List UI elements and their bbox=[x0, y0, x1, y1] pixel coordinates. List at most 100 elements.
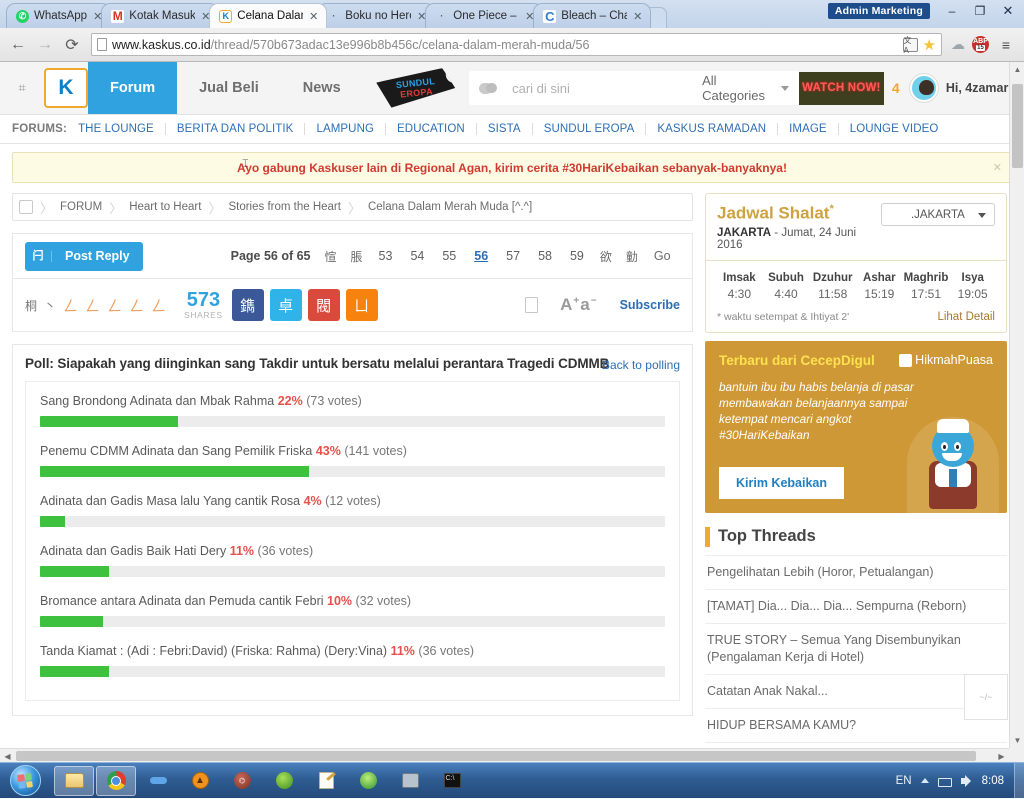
address-bar[interactable]: www.kaskus.co.id/thread/570b673adac13e99… bbox=[91, 33, 942, 56]
search-input[interactable] bbox=[510, 79, 691, 97]
twitter-share-button[interactable]: 卓 bbox=[269, 289, 302, 321]
go-button[interactable]: Go bbox=[654, 249, 671, 263]
language-indicator[interactable]: EN bbox=[896, 775, 912, 787]
horizontal-scrollbar[interactable]: ◀ ▶ bbox=[0, 748, 1009, 762]
back-icon[interactable]: ← bbox=[8, 36, 28, 54]
taskbar-pill-button[interactable] bbox=[138, 766, 178, 796]
taskbar-chrome-button[interactable] bbox=[96, 765, 136, 796]
more-share-button[interactable]: ㄩ bbox=[345, 289, 378, 321]
taskbar-notepad-button[interactable] bbox=[306, 766, 346, 796]
forum-link-sista[interactable]: SISTA bbox=[475, 123, 532, 135]
star-icon-1[interactable]: ㄥ bbox=[63, 295, 78, 316]
vertical-scrollbar[interactable]: ▲ ▼ bbox=[1009, 62, 1024, 748]
star-icon-4[interactable]: ㄥ bbox=[129, 295, 144, 316]
facebook-share-button[interactable]: 鐫 bbox=[231, 289, 264, 321]
user-menu[interactable]: Hi, 4zamaru bbox=[908, 62, 1024, 114]
scroll-down-arrow-icon[interactable]: ▼ bbox=[1010, 733, 1024, 748]
font-size-toggle[interactable]: A+a− bbox=[560, 295, 597, 315]
breadcrumb-item-forum[interactable]: FORUM bbox=[60, 201, 102, 213]
star-icon-2[interactable]: ㄥ bbox=[85, 295, 100, 316]
scroll-up-arrow-icon[interactable]: ▲ bbox=[1010, 62, 1024, 77]
browser-tab-gmail[interactable]: M Kotak Masuk ✕ bbox=[101, 3, 220, 28]
back-to-polling-link[interactable]: Back to polling bbox=[602, 358, 680, 372]
watch-now-button[interactable]: WATCH NOW! bbox=[798, 71, 884, 105]
list-item[interactable]: Catatan Anak Nakal... bbox=[705, 675, 1007, 709]
tab-close-icon[interactable]: ✕ bbox=[632, 10, 643, 23]
chrome-menu-icon[interactable]: ≡ bbox=[996, 37, 1016, 53]
grid-icon[interactable]: ⌗ bbox=[0, 62, 44, 114]
subscribe-button[interactable]: Subscribe bbox=[620, 298, 680, 312]
city-select[interactable]: .JAKARTA bbox=[880, 203, 995, 226]
breadcrumb-item-heart-to-heart[interactable]: Heart to Heart bbox=[129, 201, 201, 213]
page-56-current[interactable]: 56 bbox=[465, 249, 497, 263]
post-reply-button[interactable]: 闩 Post Reply bbox=[25, 241, 143, 271]
floating-ad-box[interactable]: ~/~ bbox=[964, 674, 1008, 720]
close-button[interactable]: ✕ bbox=[996, 2, 1020, 19]
nav-news[interactable]: News bbox=[281, 62, 363, 114]
kirim-kebaikan-button[interactable]: Kirim Kebaikan bbox=[719, 466, 845, 499]
list-item[interactable]: HIDUP BERSAMA KAMU? bbox=[705, 709, 1007, 743]
first-page-button[interactable]: 愃 bbox=[318, 248, 344, 265]
last-page-button[interactable]: 勭 bbox=[619, 248, 645, 265]
scroll-left-arrow-icon[interactable]: ◀ bbox=[0, 749, 15, 762]
forum-link-sundul-eropa[interactable]: SUNDUL EROPA bbox=[531, 123, 646, 135]
scroll-right-arrow-icon[interactable]: ▶ bbox=[994, 749, 1009, 762]
taskbar-amber-button[interactable]: ▲ bbox=[180, 766, 220, 796]
prayer-detail-link[interactable]: Lihat Detail bbox=[937, 311, 995, 323]
taskbar-cmd-button[interactable]: C:\ bbox=[432, 766, 472, 796]
home-icon[interactable] bbox=[19, 200, 33, 214]
forward-icon[interactable]: → bbox=[35, 36, 55, 54]
kaskus-logo[interactable]: K bbox=[44, 68, 88, 108]
forum-link-education[interactable]: EDUCATION bbox=[385, 123, 476, 135]
bookmark-star-icon[interactable]: ★ bbox=[923, 36, 936, 54]
notification-count[interactable]: 4 bbox=[884, 62, 908, 114]
start-button[interactable] bbox=[0, 764, 50, 798]
list-item[interactable]: TRUE STORY – Semua Yang Disembunyikan (P… bbox=[705, 624, 1007, 675]
taskbar-brown-button[interactable]: ⌬ bbox=[222, 766, 262, 796]
close-icon[interactable]: ✕ bbox=[993, 161, 1002, 174]
bookmark-icon[interactable] bbox=[525, 297, 539, 313]
horizontal-scroll-thumb[interactable] bbox=[16, 751, 976, 761]
forum-link-lampung[interactable]: LAMPUNG bbox=[304, 123, 385, 135]
star-icon-5[interactable]: ㄥ bbox=[151, 295, 166, 316]
minimize-button[interactable]: – bbox=[940, 2, 964, 19]
promo-card[interactable]: Terbaru dari CecepDigul HikmahPuasa bant… bbox=[705, 340, 1007, 513]
network-icon[interactable] bbox=[937, 774, 952, 787]
nav-jual-beli[interactable]: Jual Beli bbox=[177, 62, 281, 114]
maximize-button[interactable]: ❐ bbox=[968, 2, 992, 19]
page-info-icon[interactable] bbox=[97, 38, 107, 51]
category-select[interactable]: All Categories bbox=[702, 73, 789, 103]
page-53[interactable]: 53 bbox=[370, 249, 402, 263]
volume-icon[interactable] bbox=[960, 774, 973, 787]
list-item[interactable]: [TAMAT] Dia... Dia... Dia... Sempurna (R… bbox=[705, 590, 1007, 624]
page-55[interactable]: 55 bbox=[433, 249, 465, 263]
sundul-eropa-banner[interactable]: SUNDUL EROPA bbox=[363, 62, 469, 114]
forum-link-the-lounge[interactable]: THE LOUNGE bbox=[78, 123, 165, 135]
browser-tab-boku[interactable]: · Boku no Hero ✕ bbox=[317, 3, 436, 28]
clock[interactable]: 8:08 bbox=[982, 775, 1004, 787]
chat-bubble-icon[interactable] bbox=[478, 80, 498, 96]
thread-rating[interactable]: 桐 丶 ㄥ ㄥ ㄥ ㄥ ㄥ bbox=[25, 295, 166, 316]
browser-tab-whatsapp[interactable]: ✆ WhatsApp ✕ bbox=[6, 3, 112, 28]
extension-cloud-icon[interactable]: ☁ bbox=[951, 36, 965, 53]
adblock-icon[interactable]: ABP 15 bbox=[972, 36, 989, 53]
vertical-scroll-thumb[interactable] bbox=[1012, 84, 1023, 168]
show-hidden-icons-arrow[interactable] bbox=[920, 778, 929, 783]
page-59[interactable]: 59 bbox=[561, 249, 593, 263]
browser-tab-onepiece[interactable]: · One Piece – C ✕ bbox=[425, 3, 544, 28]
tab-close-icon[interactable]: ✕ bbox=[308, 10, 319, 23]
page-58[interactable]: 58 bbox=[529, 249, 561, 263]
forum-link-kaskus-ramadan[interactable]: KASKUS RAMADAN bbox=[645, 123, 777, 135]
taskbar-printer-button[interactable] bbox=[390, 766, 430, 796]
forum-link-lounge-video[interactable]: LOUNGE VIDEO bbox=[837, 123, 950, 135]
browser-tab-kaskus[interactable]: K Celana Dalam ✕ bbox=[209, 3, 328, 28]
star-icon-3[interactable]: ㄥ bbox=[107, 295, 122, 316]
forum-link-image[interactable]: IMAGE bbox=[777, 123, 838, 135]
page-54[interactable]: 54 bbox=[401, 249, 433, 263]
nav-forum[interactable]: Forum bbox=[88, 62, 178, 114]
reload-icon[interactable]: ⟳ bbox=[62, 35, 82, 55]
browser-tab-bleach[interactable]: C Bleach – Cha ✕ bbox=[533, 3, 652, 28]
prev-page-button[interactable]: 脹 bbox=[344, 248, 370, 265]
taskbar-green2-button[interactable] bbox=[348, 766, 388, 796]
taskbar-explorer-button[interactable] bbox=[54, 765, 94, 796]
